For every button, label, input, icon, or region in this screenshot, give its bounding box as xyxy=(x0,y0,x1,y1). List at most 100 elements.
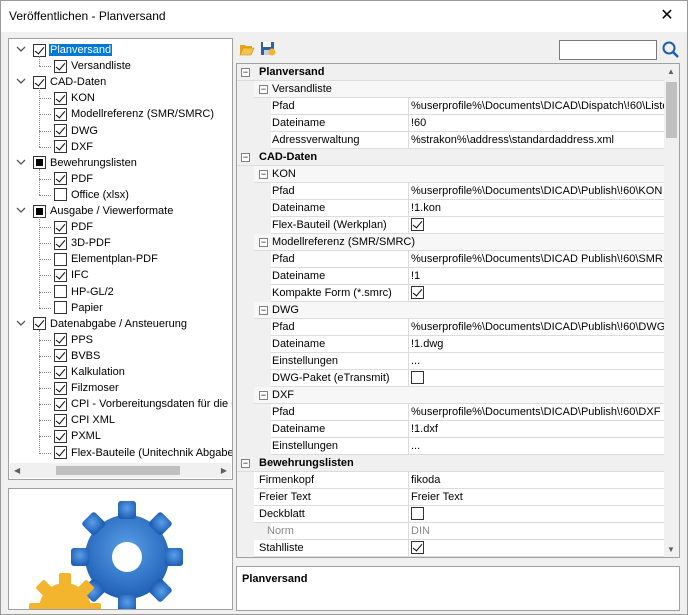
grid-property-row[interactable]: Dateiname !60 xyxy=(237,115,665,132)
collapse-icon[interactable]: − xyxy=(241,153,250,162)
tree-checkbox[interactable] xyxy=(54,285,67,298)
property-value[interactable] xyxy=(408,540,665,556)
tree-node-label[interactable]: Ausgabe / Viewerformate xyxy=(49,205,174,217)
tree-checkbox[interactable] xyxy=(54,188,67,202)
grid-property-row[interactable]: Firmenkopf fikoda xyxy=(237,472,665,489)
scroll-thumb[interactable] xyxy=(666,82,677,138)
tree-node[interactable]: BVBS xyxy=(54,348,101,364)
tree-node-label[interactable]: Papier xyxy=(70,302,104,314)
property-value[interactable]: !60 xyxy=(408,115,665,131)
grid-vertical-scrollbar[interactable]: ▲ ▼ xyxy=(664,64,679,557)
property-checkbox[interactable] xyxy=(411,286,424,299)
grid-category-row[interactable]: − CAD-Daten xyxy=(237,149,665,166)
tree-node[interactable]: Planversand xyxy=(33,42,113,58)
tree-checkbox[interactable] xyxy=(33,43,46,57)
tree-node-label[interactable]: KON xyxy=(70,92,96,104)
scroll-left-icon[interactable]: ◀ xyxy=(14,466,20,475)
grid-property-row[interactable]: Stahlliste xyxy=(237,540,665,557)
tree-checkbox[interactable] xyxy=(54,301,67,315)
tree-node-label[interactable]: BVBS xyxy=(70,350,101,362)
search-input[interactable] xyxy=(559,40,657,60)
tree-node-label[interactable]: Versandliste xyxy=(70,60,132,72)
property-value[interactable]: %userprofile%\Documents\DICAD\Publish\!6… xyxy=(408,404,665,420)
tree-checkbox[interactable] xyxy=(54,107,67,121)
property-value[interactable]: %strakon%\address\standardaddress.xml xyxy=(408,132,665,148)
collapse-icon[interactable]: − xyxy=(241,68,250,77)
grid-subcategory-row[interactable]: − DXF xyxy=(237,387,665,404)
property-grid[interactable]: Stahlliste Norm DIN Deckblatt Freier Text Fre… xyxy=(236,63,680,558)
tree-node[interactable]: CPI - Vorbereitungsdaten für die C xyxy=(54,396,232,412)
collapse-icon[interactable]: − xyxy=(259,391,268,400)
property-value[interactable]: ... xyxy=(408,353,665,369)
tree-node-label[interactable]: Bewehrungslisten xyxy=(49,157,138,169)
tree-checkbox[interactable] xyxy=(33,156,46,170)
grid-property-row[interactable]: Pfad %userprofile%\Documents\DICAD Publis… xyxy=(237,251,665,268)
tree-checkbox[interactable] xyxy=(54,365,67,379)
tree-node[interactable]: IFC xyxy=(54,267,90,283)
chevron-down-icon[interactable] xyxy=(16,157,26,167)
chevron-down-icon[interactable] xyxy=(16,318,26,328)
property-value[interactable]: Freier Text xyxy=(408,489,665,505)
search-icon[interactable] xyxy=(661,40,681,60)
grid-property-row[interactable]: Flex-Bauteil (Werkplan) xyxy=(237,217,665,234)
tree-node[interactable]: Flex-Bauteile (Unitechnik Abgabe) xyxy=(54,445,232,461)
tree-node-label[interactable]: IFC xyxy=(70,269,90,281)
tree-node-label[interactable]: PPS xyxy=(70,334,94,346)
chevron-down-icon[interactable] xyxy=(16,205,26,215)
scroll-right-icon[interactable]: ▶ xyxy=(221,466,227,475)
scroll-thumb[interactable] xyxy=(56,466,180,475)
property-checkbox[interactable] xyxy=(411,541,424,554)
tree-node-label[interactable]: Filzmoser xyxy=(70,382,120,394)
tree-node[interactable]: Bewehrungslisten xyxy=(33,155,138,171)
tree-node-label[interactable]: DWG xyxy=(70,125,99,137)
collapse-icon[interactable]: − xyxy=(259,306,268,315)
tree-node[interactable]: Filzmoser xyxy=(54,380,120,396)
grid-property-row[interactable]: Kompakte Form (*.smrc) xyxy=(237,285,665,302)
property-value[interactable]: !1.kon xyxy=(408,200,665,216)
grid-subcategory-row[interactable]: − KON xyxy=(237,166,665,183)
grid-property-row[interactable]: Freier Text Freier Text xyxy=(237,489,665,506)
tree-node[interactable]: Ausgabe / Viewerformate xyxy=(33,203,174,219)
tree-checkbox[interactable] xyxy=(54,124,67,137)
tree-node-label[interactable]: Elementplan-PDF xyxy=(70,253,159,265)
collapse-icon[interactable]: − xyxy=(259,238,268,247)
grid-property-row[interactable]: Deckblatt xyxy=(237,506,665,523)
tree-node[interactable]: DXF xyxy=(54,139,94,155)
property-value[interactable]: fikoda xyxy=(408,472,665,488)
grid-property-row[interactable]: Pfad %userprofile%\Documents\DICAD\Dispat… xyxy=(237,98,665,115)
tree-checkbox[interactable] xyxy=(33,75,46,89)
chevron-down-icon[interactable] xyxy=(16,76,26,86)
tree-node-label[interactable]: Office (xlsx) xyxy=(70,189,130,201)
tree-node-label[interactable]: 3D-PDF xyxy=(70,237,112,249)
property-value[interactable] xyxy=(408,285,665,301)
property-checkbox[interactable] xyxy=(411,218,424,231)
tree-checkbox[interactable] xyxy=(54,172,67,186)
tree-node[interactable]: Elementplan-PDF xyxy=(54,251,159,267)
tree-node-label[interactable]: CPI XML xyxy=(70,414,116,426)
tree-checkbox[interactable] xyxy=(54,429,67,443)
tree-node-label[interactable]: PDF xyxy=(70,221,94,233)
tree-node[interactable]: Kalkulation xyxy=(54,364,126,380)
tree-checkbox[interactable] xyxy=(54,140,67,154)
tree-checkbox[interactable] xyxy=(54,397,67,411)
tree-node-label[interactable]: Modellreferenz (SMR/SMRC) xyxy=(70,108,215,120)
property-checkbox[interactable] xyxy=(411,507,424,520)
tree-node-label[interactable]: CPI - Vorbereitungsdaten für die C xyxy=(70,398,232,410)
tree-node[interactable]: PDF xyxy=(54,219,94,235)
grid-category-row[interactable]: − Bewehrungslisten xyxy=(237,455,665,472)
tree-node[interactable]: 3D-PDF xyxy=(54,235,112,251)
property-value[interactable]: ... xyxy=(408,438,665,454)
collapse-icon[interactable]: − xyxy=(259,170,268,179)
property-value[interactable] xyxy=(408,370,665,386)
property-value[interactable]: !1.dxf xyxy=(408,421,665,437)
property-value[interactable]: %userprofile%\Documents\DICAD\Publish\!6… xyxy=(408,319,665,335)
tree-node[interactable]: PXML xyxy=(54,428,102,444)
property-value[interactable] xyxy=(408,506,665,522)
scroll-down-icon[interactable]: ▼ xyxy=(667,545,675,554)
collapse-icon[interactable]: − xyxy=(241,459,250,468)
tree-checkbox[interactable] xyxy=(54,381,67,395)
tree-checkbox[interactable] xyxy=(33,317,46,331)
tree-checkbox[interactable] xyxy=(54,236,67,250)
tree-horizontal-scrollbar[interactable]: ◀ ▶ xyxy=(10,463,231,478)
tree-node-label[interactable]: PDF xyxy=(70,173,94,185)
